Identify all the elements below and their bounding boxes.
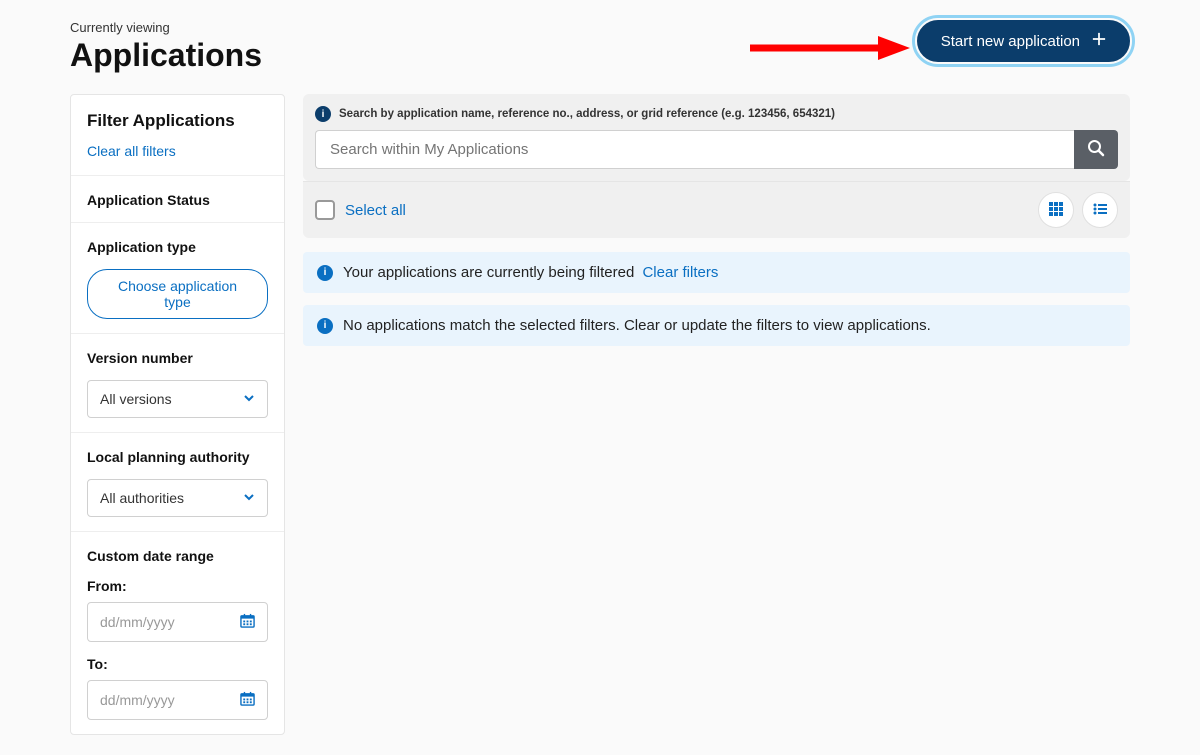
grid-icon: [1049, 202, 1063, 219]
filtered-text: Your applications are currently being fi…: [343, 264, 634, 281]
info-icon: i: [317, 265, 333, 281]
search-hint: Search by application name, reference no…: [339, 108, 835, 120]
results-toolbar: Select all: [303, 181, 1130, 238]
search-input[interactable]: [315, 130, 1074, 169]
choose-application-type-button[interactable]: Choose application type: [87, 269, 268, 319]
version-value: All versions: [100, 391, 172, 407]
calendar-icon: [240, 691, 255, 709]
start-new-application-button[interactable]: Start new application: [917, 20, 1130, 62]
from-label: From:: [87, 578, 268, 594]
calendar-icon: [240, 613, 255, 631]
date-range-label: Custom date range: [87, 548, 268, 564]
filtered-message: i Your applications are currently being …: [303, 252, 1130, 293]
date-to-input[interactable]: dd/mm/yyyy: [87, 680, 268, 720]
chevron-down-icon: [243, 391, 255, 407]
lpa-value: All authorities: [100, 490, 184, 506]
lpa-select[interactable]: All authorities: [87, 479, 268, 517]
arrow-annotation: [750, 32, 910, 69]
grid-view-button[interactable]: [1038, 192, 1074, 228]
page-title: Applications: [70, 37, 262, 74]
select-all-label[interactable]: Select all: [345, 202, 406, 219]
info-icon: i: [317, 318, 333, 334]
version-number-label: Version number: [87, 350, 268, 366]
date-to-placeholder: dd/mm/yyyy: [100, 692, 175, 708]
version-select[interactable]: All versions: [87, 380, 268, 418]
date-from-placeholder: dd/mm/yyyy: [100, 614, 175, 630]
start-button-label: Start new application: [941, 33, 1080, 50]
clear-filters-link[interactable]: Clear filters: [642, 264, 718, 281]
select-all-checkbox[interactable]: [315, 200, 335, 220]
empty-message: i No applications match the selected fil…: [303, 305, 1130, 346]
application-type-label: Application type: [87, 239, 268, 255]
filter-title: Filter Applications: [87, 111, 268, 131]
chevron-down-icon: [243, 490, 255, 506]
clear-all-filters-link[interactable]: Clear all filters: [87, 143, 176, 159]
search-icon: [1087, 139, 1105, 160]
date-from-input[interactable]: dd/mm/yyyy: [87, 602, 268, 642]
list-icon: [1093, 202, 1107, 219]
list-view-button[interactable]: [1082, 192, 1118, 228]
filter-sidebar: Filter Applications Clear all filters Ap…: [70, 94, 285, 735]
empty-text: No applications match the selected filte…: [343, 317, 931, 334]
search-button[interactable]: [1074, 130, 1118, 169]
info-icon: i: [315, 106, 331, 122]
application-status-label: Application Status: [87, 192, 268, 208]
plus-icon: [1092, 32, 1106, 50]
to-label: To:: [87, 656, 268, 672]
main-content: i Search by application name, reference …: [303, 94, 1130, 358]
lpa-label: Local planning authority: [87, 449, 268, 465]
search-panel: i Search by application name, reference …: [303, 94, 1130, 181]
viewing-eyebrow: Currently viewing: [70, 20, 262, 35]
